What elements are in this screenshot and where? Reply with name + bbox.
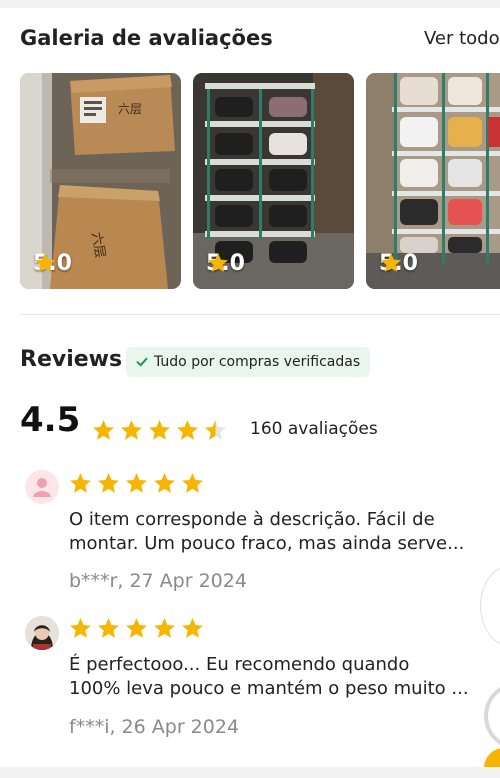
thumb-rating: 5.0 xyxy=(379,251,418,276)
section-divider xyxy=(20,314,500,315)
review-stars xyxy=(68,616,205,641)
top-divider-band xyxy=(0,0,500,8)
svg-text:六层: 六层 xyxy=(118,102,142,116)
check-icon xyxy=(136,357,148,367)
user-icon xyxy=(33,478,51,497)
thumb-rating: 5.0 xyxy=(33,251,72,276)
gallery-thumb-1[interactable]: 六层 六层 5.0 xyxy=(20,73,181,289)
verified-label: Tudo por compras verificadas xyxy=(154,354,361,370)
review-text-line: O item corresponde à descrição. Fácil de xyxy=(69,509,435,530)
reviews-page: Galeria de avaliações Ver todos 六层 六层 5.… xyxy=(0,0,500,778)
star-icon xyxy=(177,420,198,440)
star-icon xyxy=(154,618,175,638)
star-icon xyxy=(70,473,91,493)
scroll-edge-bubble xyxy=(480,565,500,647)
review-stars xyxy=(68,471,205,496)
review-text-line: 100% leva pouco e mantém o peso muito ..… xyxy=(69,678,469,699)
gallery-title: Galeria de avaliações xyxy=(20,26,273,50)
user-photo-icon xyxy=(25,616,59,650)
average-rating: 4.5 xyxy=(20,400,81,440)
star-icon xyxy=(98,618,119,638)
view-all-link[interactable]: Ver todos xyxy=(424,28,500,49)
review-text-line: montar. Um pouco fraco, mas ainda serve.… xyxy=(69,533,465,554)
bottom-divider-band xyxy=(0,767,500,778)
star-icon xyxy=(93,420,114,440)
star-icon xyxy=(70,618,91,638)
average-stars xyxy=(91,418,228,443)
star-icon xyxy=(381,253,401,272)
thumb-rating: 5.0 xyxy=(206,251,245,276)
gallery-thumb-2[interactable]: 5.0 xyxy=(193,73,354,289)
star-icon xyxy=(98,473,119,493)
review-text[interactable]: É perfectooo... Eu recomendo quando 100%… xyxy=(69,653,489,701)
avatar xyxy=(25,616,59,650)
star-icon xyxy=(121,420,142,440)
star-icon xyxy=(149,420,170,440)
avatar xyxy=(25,470,59,504)
star-icon xyxy=(126,473,147,493)
star-icon xyxy=(35,253,55,272)
verified-purchases-chip: Tudo por compras verificadas xyxy=(126,347,371,377)
reviews-title: Reviews xyxy=(20,347,123,372)
gallery-thumb-3[interactable]: 5.0 xyxy=(366,73,500,289)
review-author-date: f***i, 26 Apr 2024 xyxy=(69,716,240,738)
star-icon xyxy=(208,253,228,272)
review-count[interactable]: 160 avaliações xyxy=(250,419,378,439)
star-icon xyxy=(154,473,175,493)
half-star-icon xyxy=(205,420,226,440)
review-text-line: É perfectooo... Eu recomendo quando xyxy=(69,654,410,675)
star-icon xyxy=(182,618,203,638)
star-icon xyxy=(182,473,203,493)
star-icon xyxy=(126,618,147,638)
review-author-date: b***r, 27 Apr 2024 xyxy=(69,570,247,592)
review-text[interactable]: O item corresponde à descrição. Fácil de… xyxy=(69,508,489,556)
